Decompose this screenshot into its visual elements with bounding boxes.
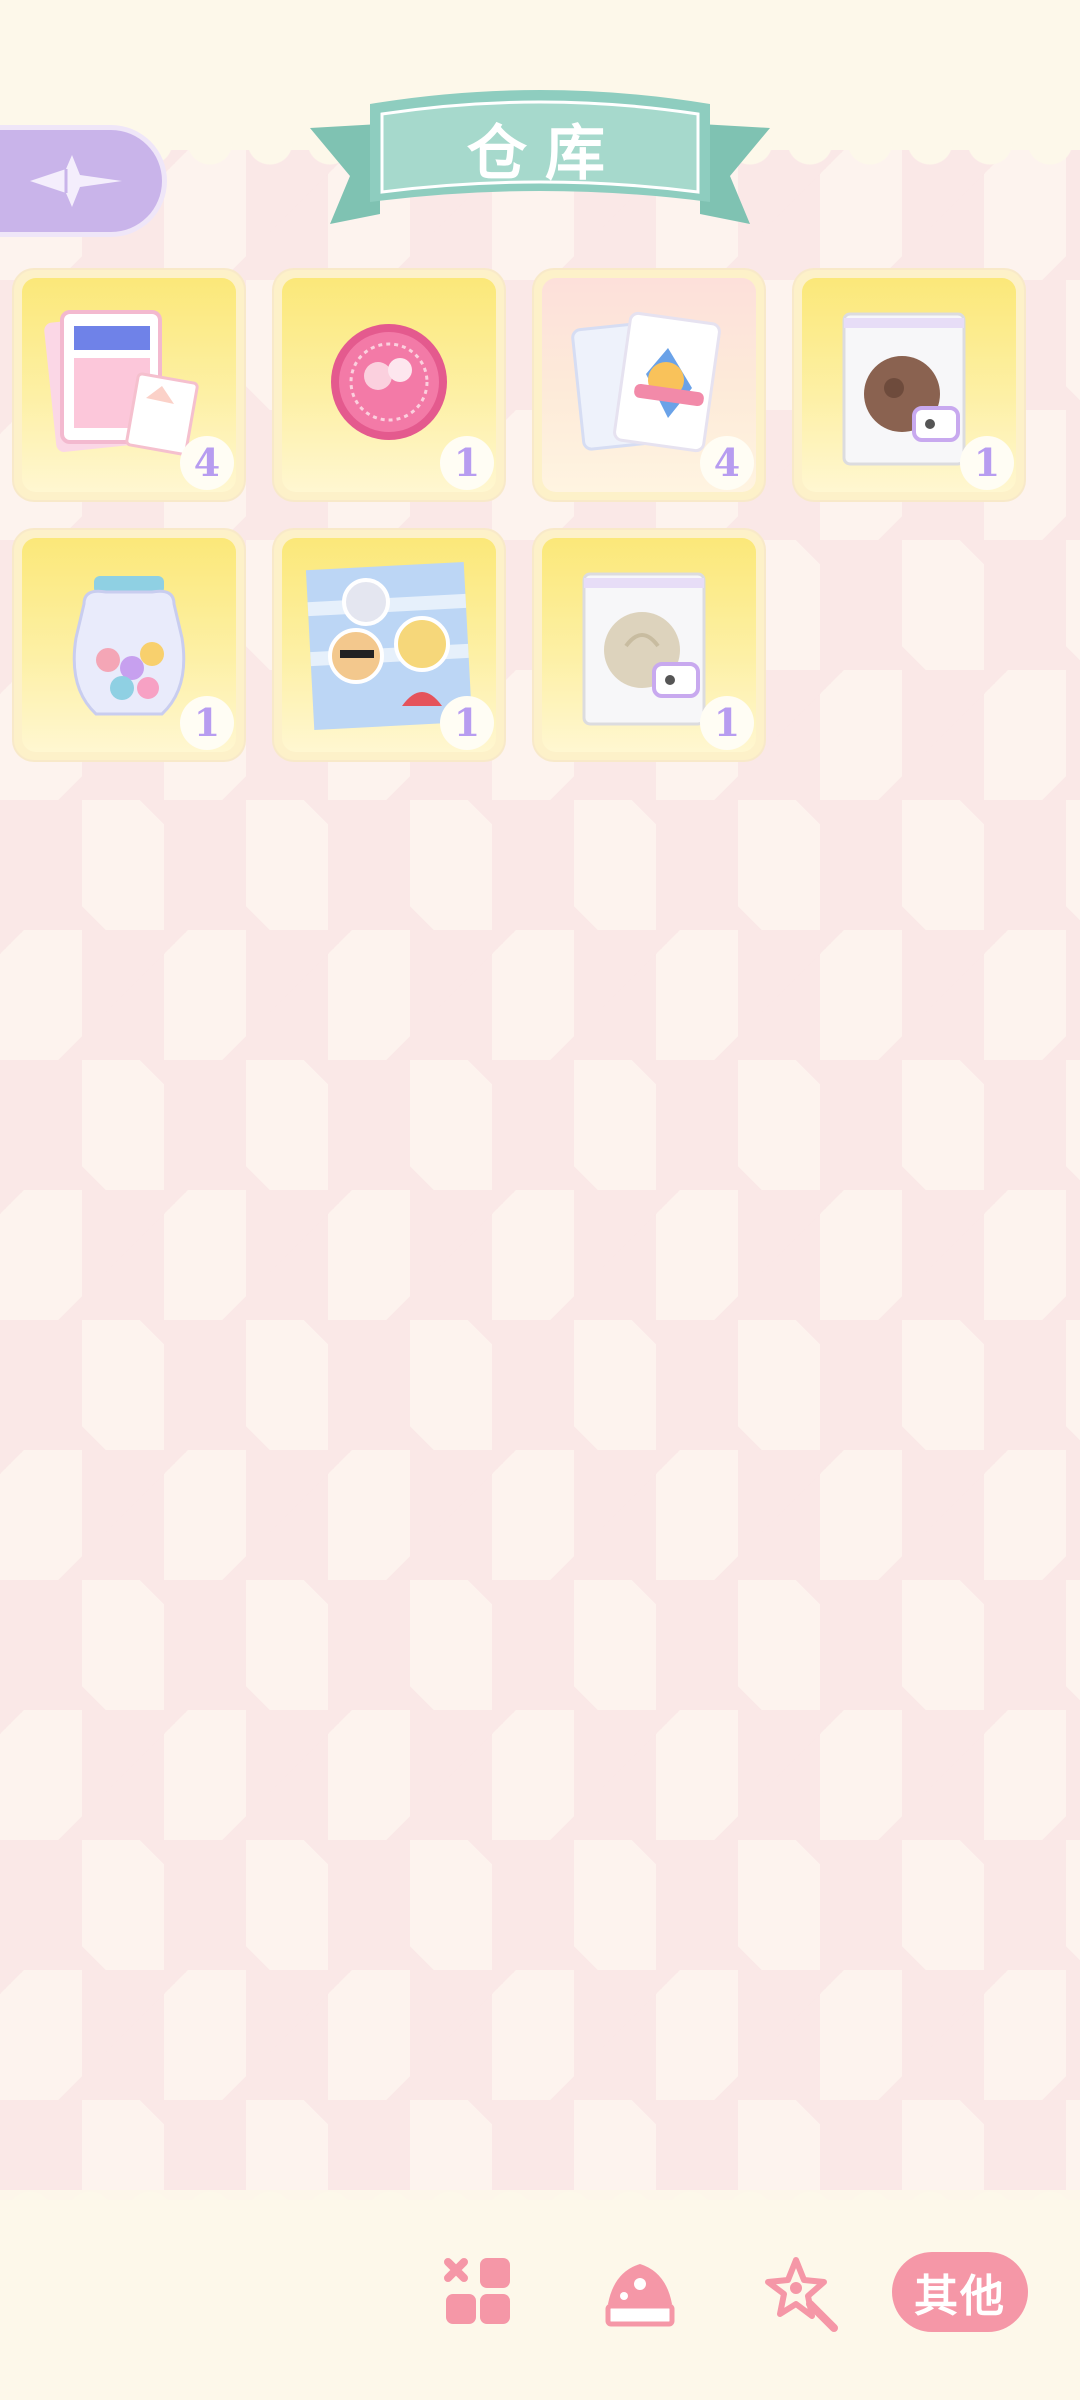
bottom-scallop xyxy=(0,2174,1080,2214)
wand-icon xyxy=(765,2257,838,2332)
nav-grid[interactable] xyxy=(440,2254,520,2334)
item-count-badge: 1 xyxy=(440,696,494,750)
page-title: 仓库 xyxy=(467,118,623,189)
grid-icon xyxy=(444,2258,510,2324)
bottom-nav: 其他 xyxy=(0,2240,1080,2350)
item-card-photo-card-set[interactable]: 4 xyxy=(14,270,244,500)
item-count-badge: 1 xyxy=(700,696,754,750)
item-card-cookie-bag[interactable]: 1 xyxy=(794,270,1024,500)
item-count-badge: 1 xyxy=(180,696,234,750)
back-arrow-icon xyxy=(30,155,122,207)
item-card-pink-badge-pin[interactable]: 1 xyxy=(274,270,504,500)
cake-icon xyxy=(605,2264,675,2327)
item-count-badge: 4 xyxy=(180,436,234,490)
item-card-ghost-cookie-bag[interactable]: 1 xyxy=(534,530,764,760)
nav-other-tab[interactable]: 其他 xyxy=(892,2252,1028,2332)
item-count-badge: 1 xyxy=(440,436,494,490)
item-count-badge: 1 xyxy=(960,436,1014,490)
item-card-playing-cards[interactable]: 4 xyxy=(534,270,764,500)
nav-wand[interactable] xyxy=(760,2254,840,2334)
item-count-badge: 4 xyxy=(700,436,754,490)
nav-cake[interactable] xyxy=(600,2254,680,2334)
back-button[interactable] xyxy=(0,130,162,232)
item-card-sticker-sheet[interactable]: 1 xyxy=(274,530,504,760)
item-card-candy-bear-jar[interactable]: 1 xyxy=(14,530,244,760)
